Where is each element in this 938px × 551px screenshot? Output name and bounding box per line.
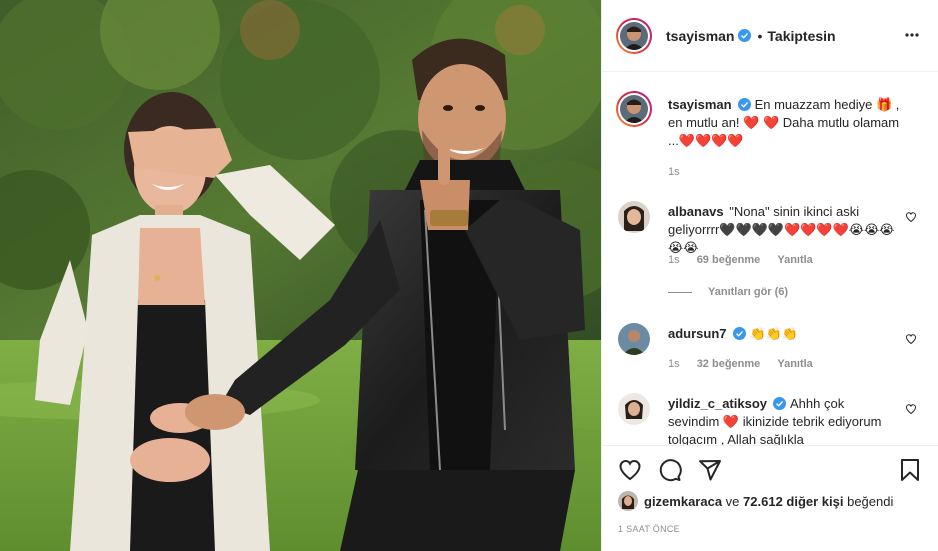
caption-text: tsayisman En muazzam hediye 🎁 , en mutlu … bbox=[668, 96, 908, 150]
comment-username[interactable]: yildiz_c_atiksoy bbox=[668, 396, 767, 411]
likes-connector: ve bbox=[722, 493, 744, 509]
comment-username[interactable]: adursun7 bbox=[668, 326, 727, 341]
caption-meta: 1s bbox=[668, 166, 694, 178]
caption-avatar-image bbox=[620, 95, 648, 123]
author-avatar[interactable] bbox=[616, 17, 652, 54]
liker-username[interactable]: gizemkaraca bbox=[644, 494, 722, 509]
comment-text: adursun7 👏👏👏 bbox=[668, 325, 898, 343]
comment-item: adursun7 👏👏👏 1s 32 beğenme Yanıtla bbox=[618, 323, 923, 373]
likes-count-button[interactable]: 72.612 diğer kişi bbox=[743, 494, 843, 509]
author-username[interactable]: tsayisman bbox=[666, 28, 734, 44]
reply-button[interactable]: Yanıtla bbox=[777, 358, 812, 370]
caption: tsayisman En muazzam hediye 🎁 , en mutlu … bbox=[616, 91, 923, 193]
comment-heart-icon[interactable] bbox=[905, 333, 917, 345]
comment-content: 👏👏👏 bbox=[749, 326, 799, 341]
commenter-avatar-image bbox=[618, 201, 650, 233]
caption-line-1: En muazzam hediye 🎁 , bbox=[754, 97, 900, 112]
caption-line-3: ...❤️❤️❤️❤️ bbox=[668, 133, 744, 148]
comment-heart-icon[interactable] bbox=[905, 403, 917, 415]
comment-username[interactable]: albanavs bbox=[668, 204, 724, 219]
comment-heart-icon[interactable] bbox=[905, 211, 917, 223]
likes-suffix: beğendi bbox=[843, 493, 894, 509]
post-side-panel: tsayisman • Takiptesin tsayisman En muaz… bbox=[602, 0, 938, 551]
comment-meta: 1s 32 beğenme Yanıtla bbox=[668, 358, 827, 370]
heart-icon[interactable] bbox=[618, 458, 642, 482]
comment-likes[interactable]: 69 beğenme bbox=[697, 254, 761, 266]
comment-icon[interactable] bbox=[658, 458, 682, 482]
instagram-post: tsayisman • Takiptesin tsayisman En muaz… bbox=[0, 0, 938, 551]
verified-badge-icon bbox=[737, 98, 751, 111]
comment-text: albanavs "Nona" sinin ikinci aski geliyo… bbox=[668, 203, 898, 257]
view-replies-button[interactable]: Yanıtları gör (6) bbox=[668, 286, 788, 298]
view-replies-label[interactable]: Yanıtları gör (6) bbox=[708, 286, 788, 298]
author-avatar-image bbox=[620, 21, 648, 50]
caption-username[interactable]: tsayisman bbox=[668, 97, 732, 112]
post-header: tsayisman • Takiptesin bbox=[602, 0, 938, 72]
commenter-avatar-image bbox=[618, 393, 650, 425]
comment-time[interactable]: 1s bbox=[668, 358, 680, 370]
caption-time[interactable]: 1s bbox=[668, 166, 680, 178]
comment-meta: 1s 69 beğenme Yanıtla bbox=[668, 254, 827, 266]
comments-list[interactable]: tsayisman En muazzam hediye 🎁 , en mutlu … bbox=[602, 73, 938, 445]
replies-divider bbox=[668, 291, 692, 293]
comment-item: yildiz_c_atiksoy Ahhh çok sevindim ❤️ iki… bbox=[618, 393, 923, 445]
couple-photo-illustration bbox=[0, 0, 601, 551]
caption-avatar[interactable] bbox=[616, 91, 652, 127]
post-timestamp[interactable]: 1 SAAT ÖNCE bbox=[618, 524, 680, 534]
liker-avatar-image bbox=[618, 491, 638, 511]
post-photo[interactable] bbox=[0, 0, 602, 551]
header-separator: • bbox=[757, 27, 763, 44]
comment-item: albanavs "Nona" sinin ikinci aski geliyo… bbox=[618, 201, 923, 281]
verified-badge-icon bbox=[773, 397, 786, 410]
liker-avatar[interactable] bbox=[618, 491, 638, 511]
verified-badge-icon bbox=[738, 29, 752, 42]
commenter-avatar[interactable] bbox=[618, 201, 650, 233]
likes-summary: gizemkaraca ve 72.612 diğer kişi beğendi bbox=[618, 491, 893, 511]
more-options-icon[interactable] bbox=[904, 27, 920, 43]
comment-text: yildiz_c_atiksoy Ahhh çok sevindim ❤️ iki… bbox=[668, 395, 898, 445]
comment-time[interactable]: 1s bbox=[668, 254, 680, 266]
comment-likes[interactable]: 32 beğenme bbox=[697, 358, 761, 370]
commenter-avatar-image bbox=[618, 323, 650, 355]
following-status-button[interactable]: Takiptesin bbox=[767, 28, 835, 44]
bookmark-icon[interactable] bbox=[898, 458, 922, 482]
verified-badge-icon bbox=[732, 327, 746, 340]
commenter-avatar[interactable] bbox=[618, 323, 650, 355]
action-bar bbox=[602, 445, 938, 493]
reply-button[interactable]: Yanıtla bbox=[777, 254, 812, 266]
share-icon[interactable] bbox=[698, 458, 722, 482]
caption-line-2: en mutlu an! ❤️ ❤️ Daha mutlu olamam bbox=[668, 115, 900, 130]
commenter-avatar[interactable] bbox=[618, 393, 650, 425]
